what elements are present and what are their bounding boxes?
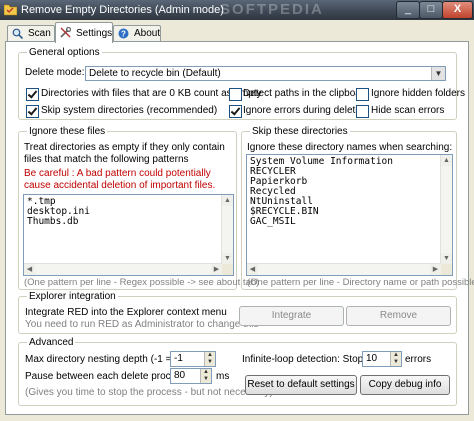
explorer-integration-group: Explorer integration Integrate RED into … <box>18 291 457 334</box>
ignore-files-warning-2: cause accidental deletion of important f… <box>24 180 216 191</box>
title-bar: Remove Empty Directories (Admin mode) SO… <box>0 0 474 20</box>
checkbox-clipboard-label: Detect paths in the clipboard <box>243 88 370 99</box>
general-options-title: General options <box>27 47 102 58</box>
horizontal-scrollbar[interactable]: ◀ ▶ <box>247 263 441 275</box>
scroll-up-arrow-icon[interactable]: ▲ <box>441 155 452 166</box>
explorer-line-2: You need to run RED as Administrator to … <box>25 319 259 330</box>
maximize-button[interactable]: □ <box>419 1 443 19</box>
skip-directories-group: Skip these directories Ignore these dire… <box>241 126 474 290</box>
explorer-integration-title: Explorer integration <box>27 291 118 302</box>
ignore-files-warning-1: Be careful : A bad pattern could potenti… <box>24 168 211 179</box>
scroll-corner <box>441 264 452 275</box>
checkbox-hidden-folders-label: Ignore hidden folders <box>371 88 465 99</box>
pause-hint: (Gives you time to stop the process - bu… <box>25 387 273 398</box>
checkbox-hidden-folders[interactable] <box>356 88 369 101</box>
spin-up-icon[interactable]: ▲ <box>393 352 399 359</box>
checkbox-hide-scan-errors-label: Hide scan errors <box>371 105 445 116</box>
scroll-right-arrow-icon[interactable]: ▶ <box>430 264 441 275</box>
ignore-files-desc-1: Treat directories as empty if they only … <box>24 142 225 153</box>
ignore-files-desc-2: files that match the following patterns <box>24 154 189 165</box>
tab-scan-label: Scan <box>28 28 51 39</box>
skip-directories-title: Skip these directories <box>250 126 350 137</box>
scroll-left-arrow-icon[interactable]: ◀ <box>24 264 35 275</box>
reset-defaults-button[interactable]: Reset to default settings <box>245 375 357 395</box>
scroll-down-arrow-icon[interactable]: ▼ <box>441 253 452 264</box>
infinite-loop-value: 10 <box>366 353 378 364</box>
app-window: Remove Empty Directories (Admin mode) SO… <box>0 0 474 421</box>
checkbox-hide-scan-errors[interactable] <box>356 105 369 118</box>
help-icon: ? <box>118 28 129 39</box>
skip-directories-hint: (One pattern per line - Directory name o… <box>247 277 474 288</box>
spinner-arrows[interactable]: ▲ ▼ <box>204 352 215 366</box>
infinite-loop-spinner[interactable]: 10 ▲ ▼ <box>362 351 402 367</box>
infinite-loop-unit: errors <box>405 354 432 365</box>
max-depth-spinner[interactable]: -1 ▲ ▼ <box>170 351 216 367</box>
spin-down-icon[interactable]: ▼ <box>393 359 399 366</box>
delete-mode-select[interactable]: Delete to recycle bin (Default) ▼ <box>85 66 446 81</box>
scroll-right-arrow-icon[interactable]: ▶ <box>211 264 222 275</box>
checkbox-clipboard[interactable] <box>229 88 242 101</box>
settings-icon <box>60 27 71 38</box>
tab-about-label: About <box>134 28 161 39</box>
advanced-group: Advanced Max directory nesting depth (-1… <box>18 337 457 406</box>
explorer-line-1: Integrate RED into the Explorer context … <box>25 307 227 318</box>
checkbox-skip-system-label: Skip system directories (recommended) <box>41 105 218 116</box>
pause-value: 80 <box>174 370 186 381</box>
scroll-up-arrow-icon[interactable]: ▲ <box>222 195 233 206</box>
folder-icon <box>4 4 17 16</box>
spin-up-icon[interactable]: ▲ <box>203 369 209 376</box>
tab-about[interactable]: ? About <box>113 25 161 42</box>
checkbox-ignore-errors-label: Ignore errors during deletion <box>243 105 369 116</box>
pattern-line: Thumbs.db <box>27 216 79 227</box>
spin-up-icon[interactable]: ▲ <box>207 352 213 359</box>
scan-icon <box>12 28 23 39</box>
advanced-title: Advanced <box>27 337 76 348</box>
delete-mode-label: Delete mode: <box>25 67 85 78</box>
spin-down-icon[interactable]: ▼ <box>207 359 213 366</box>
tab-scan[interactable]: Scan <box>7 25 55 42</box>
spinner-arrows[interactable]: ▲ ▼ <box>200 369 211 383</box>
ignore-files-title: Ignore these files <box>27 126 108 137</box>
window-title: Remove Empty Directories (Admin mode) <box>21 4 224 16</box>
tab-settings[interactable]: Settings <box>55 22 113 43</box>
svg-text:?: ? <box>121 30 126 39</box>
checkbox-ignore-errors[interactable] <box>229 105 242 118</box>
skip-directories-desc: Ignore these directory names when search… <box>247 142 453 153</box>
minimize-button[interactable]: _ <box>396 1 420 19</box>
vertical-scrollbar[interactable]: ▲ ▼ <box>221 195 233 264</box>
horizontal-scrollbar[interactable]: ◀ ▶ <box>24 263 222 275</box>
ignore-patterns-textarea[interactable]: *.tmp desktop.ini Thumbs.db ▲ ▼ ◀ ▶ <box>23 194 234 276</box>
ignore-files-group: Ignore these files Treat directories as … <box>18 126 259 290</box>
skip-directories-textarea[interactable]: System Volume Information RECYCLER Papie… <box>246 154 453 276</box>
checkbox-skip-system[interactable] <box>26 105 39 118</box>
pause-unit: ms <box>216 371 230 382</box>
delete-mode-value: Delete to recycle bin (Default) <box>89 68 221 79</box>
chevron-down-icon: ▼ <box>431 67 445 80</box>
spinner-arrows[interactable]: ▲ ▼ <box>390 352 401 366</box>
tab-settings-label: Settings <box>76 28 113 39</box>
general-options-group: General options Delete mode: Delete to r… <box>18 47 465 120</box>
pause-spinner[interactable]: 80 ▲ ▼ <box>170 368 212 384</box>
directory-line: GAC_MSIL <box>250 216 296 227</box>
remove-button[interactable]: Remove <box>346 306 451 326</box>
integrate-button[interactable]: Integrate <box>239 306 344 326</box>
scroll-corner <box>222 264 233 275</box>
close-button[interactable]: X <box>442 1 473 19</box>
checkbox-zero-kb[interactable] <box>26 88 39 101</box>
scroll-left-arrow-icon[interactable]: ◀ <box>247 264 258 275</box>
ignore-files-hint: (One pattern per line - Regex possible -… <box>24 277 260 288</box>
watermark: SOFTPEDIA <box>220 1 324 18</box>
pause-label: Pause between each delete process: <box>25 371 189 382</box>
spin-down-icon[interactable]: ▼ <box>203 376 209 383</box>
scroll-down-arrow-icon[interactable]: ▼ <box>222 253 233 264</box>
tab-strip: Scan Settings ? About <box>0 22 474 43</box>
copy-debug-info-button[interactable]: Copy debug info <box>360 375 450 395</box>
max-depth-value: -1 <box>174 353 183 364</box>
settings-panel: General options Delete mode: Delete to r… <box>5 41 474 415</box>
vertical-scrollbar[interactable]: ▲ ▼ <box>440 155 452 264</box>
